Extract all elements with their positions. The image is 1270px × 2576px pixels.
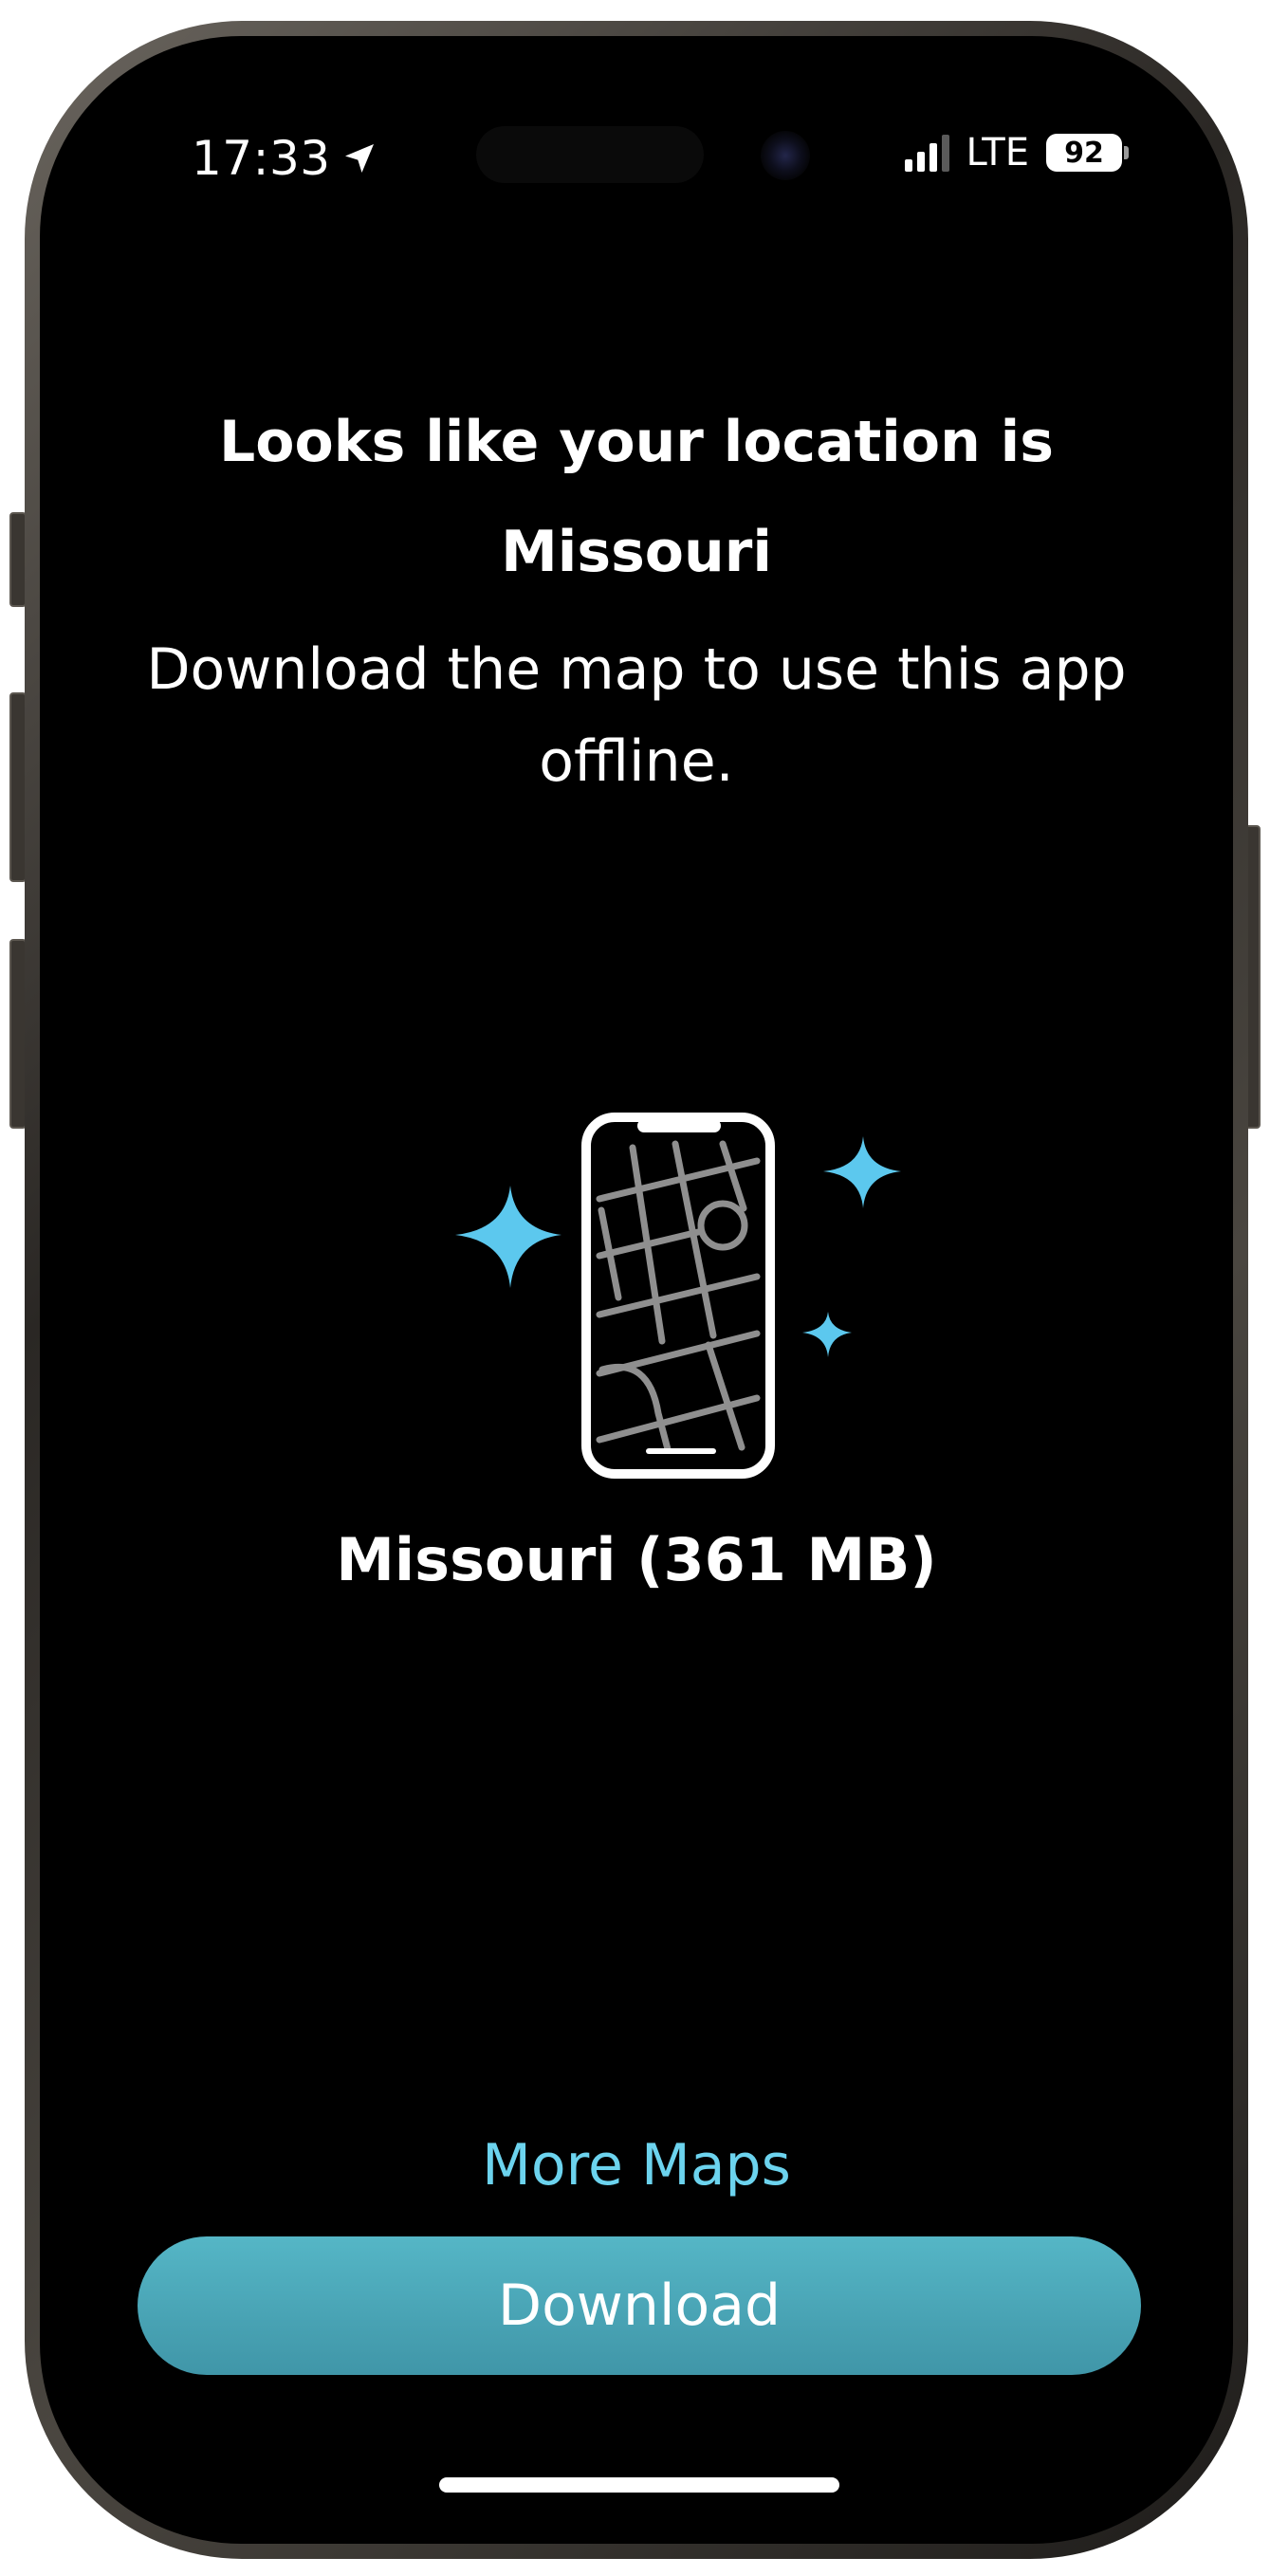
camera-icon (761, 131, 810, 180)
location-arrow-icon (344, 144, 374, 173)
sparkle-icon (802, 1312, 852, 1357)
heading-line-2: Missouri (501, 519, 772, 585)
offline-map-illustration (455, 1113, 901, 1479)
download-button[interactable]: Download (138, 2236, 1141, 2375)
time-label: 17:33 (192, 131, 331, 186)
more-maps-link[interactable]: More Maps (447, 2132, 826, 2199)
sparkle-icon (823, 1136, 901, 1208)
screen: 17:33 LTE 92 Looks like your location is… (40, 36, 1233, 2544)
cellular-signal-icon (904, 134, 949, 172)
location-heading: Looks like your location is Missouri (135, 387, 1138, 607)
subtext-line-1: Download the map to use this app (146, 636, 1127, 703)
device-frame: 17:33 LTE 92 Looks like your location is… (0, 0, 1270, 2576)
battery-level: 92 (1046, 134, 1122, 172)
status-bar-time: 17:33 (192, 131, 378, 186)
map-name-size: Missouri (361 MB) (336, 1525, 937, 1594)
sparkle-icon (455, 1186, 561, 1288)
download-description: Download the map to use this app offline… (135, 624, 1138, 808)
heading-line-1: Looks like your location is (219, 409, 1054, 475)
home-indicator[interactable] (439, 2477, 839, 2493)
battery-icon: 92 (1046, 134, 1129, 172)
dynamic-island (476, 126, 704, 183)
status-bar-indicators: LTE 92 (904, 131, 1129, 175)
subtext-line-2: offline. (539, 728, 734, 795)
network-type-label: LTE (966, 131, 1029, 175)
